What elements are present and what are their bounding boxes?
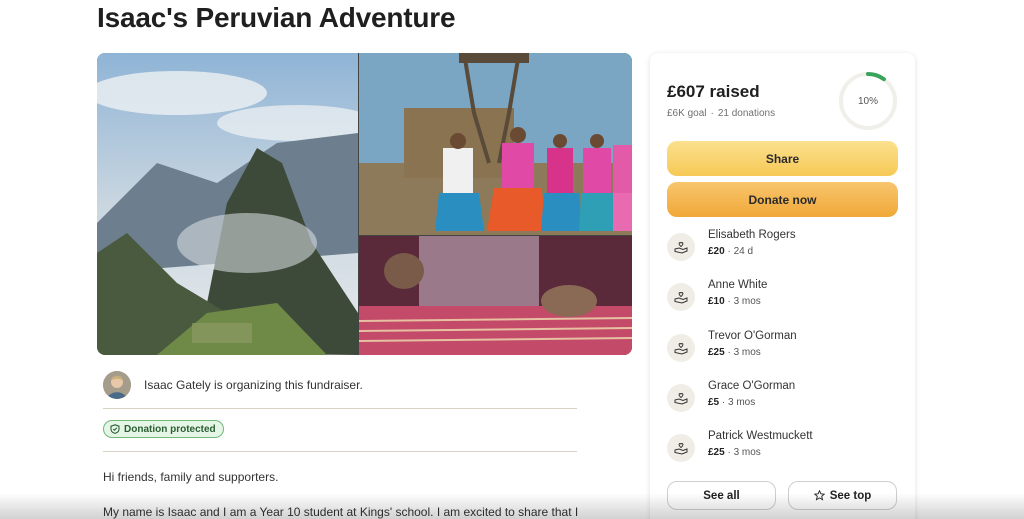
donor-name: Anne White [708,279,768,291]
donor-item: Trevor O'Gorman £25 · 3 mos [667,330,897,370]
progress-percent: 10% [857,95,878,107]
people-photo [359,53,632,235]
organizer-text: Isaac Gately is organizing this fundrais… [144,377,363,392]
donor-amount: £25 · 3 mos [708,347,761,358]
see-top-button[interactable]: See top [788,481,897,510]
donation-hand-icon [667,434,695,462]
donor-item: Elisabeth Rogers £20 · 24 d [667,229,897,269]
story-paragraph: My name is Isaac and I am a Year 10 stud… [103,505,579,519]
donor-name: Trevor O'Gorman [708,330,797,342]
page-title: Isaac's Peruvian Adventure [97,2,456,33]
mountain-photo [97,53,358,355]
donation-hand-icon [667,334,695,362]
hero-image-collage[interactable] [97,53,632,355]
see-top-label: See top [829,489,872,502]
avatar[interactable] [103,370,131,399]
see-all-button[interactable]: See all [667,481,776,510]
weaving-photo [359,236,632,355]
star-icon [813,490,825,501]
goal-amount: £6K goal [667,108,707,119]
donor-item: Grace O'Gorman £5 · 3 mos [667,380,897,420]
share-button[interactable]: Share [667,141,898,176]
donor-amount: £25 · 3 mos [708,447,761,458]
shield-icon [110,424,120,434]
donate-button[interactable]: Donate now [667,182,898,217]
donation-count: 21 donations [717,108,776,119]
donation-protected-badge[interactable]: Donation protected [103,420,224,438]
protected-row: Donation protected [103,410,577,452]
badge-label: Donation protected [124,423,216,435]
amount-raised: £607 raised [667,82,760,101]
donor-amount: £20 · 24 d [708,246,754,257]
donor-item: Anne White £10 · 3 mos [667,279,897,319]
story-paragraph: Hi friends, family and supporters. [103,470,279,484]
donation-hand-icon [667,384,695,412]
donor-item: Patrick Westmuckett £25 · 3 mos [667,430,897,470]
donor-name: Grace O'Gorman [708,380,796,392]
goal-meta: £6K goal · 21 donations [667,108,776,119]
donation-hand-icon [667,283,695,311]
donor-amount: £10 · 3 mos [708,296,761,307]
donation-card: £607 raised £6K goal · 21 donations 10% Sh… [650,53,915,519]
organizer-row: Isaac Gately is organizing this fundrais… [103,367,577,409]
donor-name: Elisabeth Rogers [708,229,796,241]
donation-hand-icon [667,233,695,261]
donor-name: Patrick Westmuckett [708,430,813,442]
donor-amount: £5 · 3 mos [708,397,756,408]
